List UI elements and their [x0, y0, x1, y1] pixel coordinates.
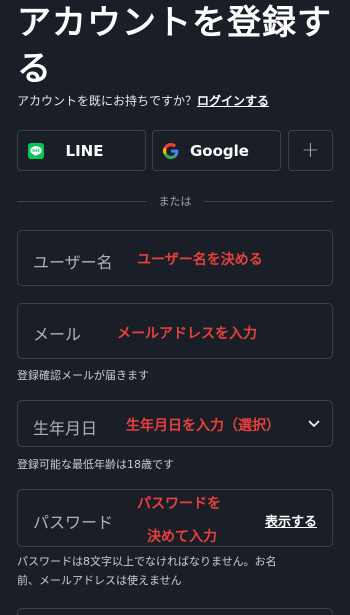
birthdate-help-text: 登録可能な最低年齢は18歳です — [17, 458, 174, 471]
plus-icon: + — [301, 137, 320, 163]
username-annotation: ユーザー名を決める — [137, 252, 263, 268]
login-prompt-text: アカウントを既にお持ちですか？ — [17, 94, 198, 108]
page-title: アカウントを登録する — [17, 3, 332, 89]
more-login-options-button[interactable]: + — [288, 130, 333, 171]
google-login-label: Google — [190, 141, 249, 160]
google-login-button[interactable]: Google — [152, 130, 281, 171]
password-help-line2: 前、メールアドレスは使えません — [17, 574, 182, 587]
email-placeholder: メール — [33, 325, 82, 344]
signup-page: アカウントを登録する アカウントを既にお持ちですか？ログインする LINE Go… — [0, 0, 350, 615]
email-help-text: 登録確認メールが届きます — [17, 369, 149, 382]
password-help-line1: パスワードは8文字以上でなければなりません。お名 — [17, 555, 277, 568]
next-field-partial[interactable] — [17, 608, 333, 615]
email-annotation: メールアドレスを入力 — [117, 326, 257, 342]
social-login-row: LINE Google + — [17, 130, 333, 171]
line-login-button[interactable]: LINE — [17, 130, 146, 171]
or-divider: または — [17, 193, 333, 209]
show-password-toggle[interactable]: 表示する — [265, 511, 317, 530]
password-placeholder: パスワード — [33, 513, 114, 532]
password-annotation-line1: パスワードを — [137, 496, 221, 512]
divider-line-left — [17, 200, 147, 202]
divider-line-right — [203, 200, 333, 202]
login-link[interactable]: ログインする — [197, 94, 269, 108]
divider-text: または — [158, 195, 192, 208]
login-prompt: アカウントを既にお持ちですか？ログインする — [17, 92, 269, 109]
birthdate-annotation: 生年月日を入力（選択） — [126, 418, 280, 434]
username-placeholder: ユーザー名 — [33, 253, 113, 272]
birthdate-placeholder: 生年月日 — [33, 419, 98, 438]
password-annotation-line2: 決めて入力 — [147, 529, 217, 545]
chevron-down-icon — [308, 420, 320, 427]
line-login-label: LINE — [65, 141, 104, 160]
